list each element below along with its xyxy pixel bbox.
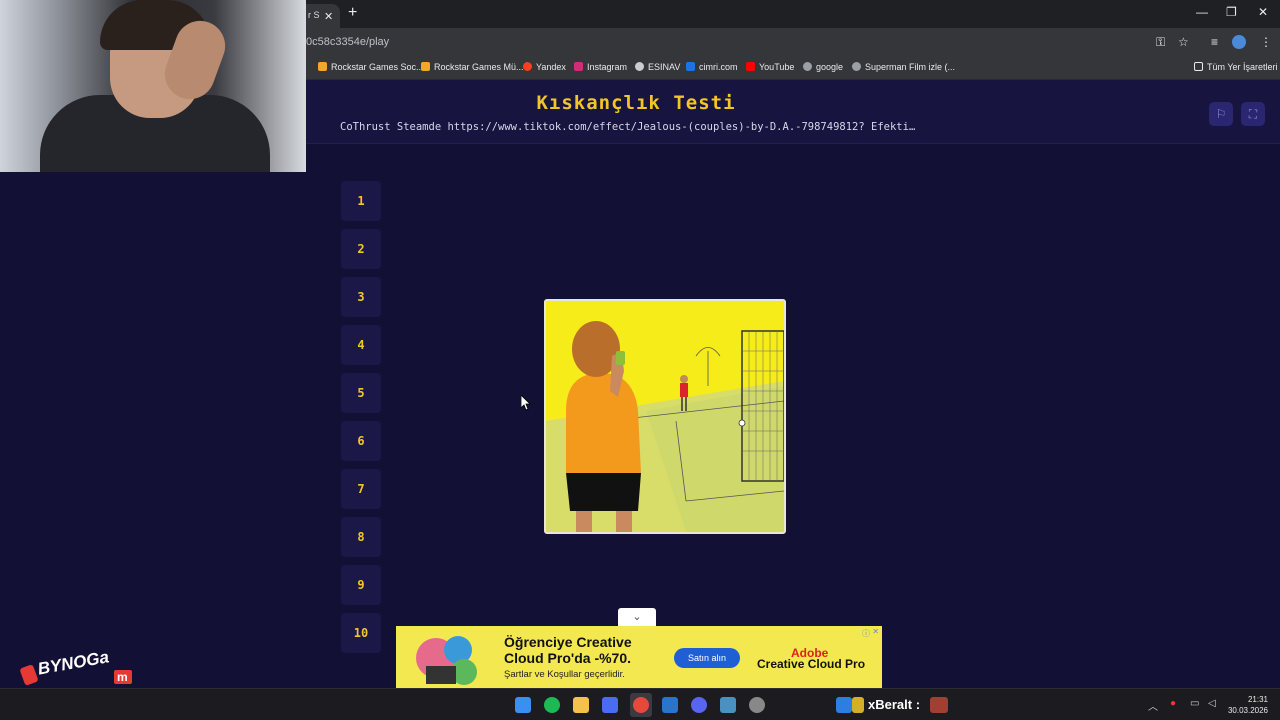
number-item-7[interactable]: 7	[341, 469, 381, 509]
key-icon[interactable]: ⚿	[1156, 35, 1165, 50]
cimri-icon	[686, 62, 695, 71]
number-item-10[interactable]: 10	[341, 613, 381, 653]
number-item-4[interactable]: 4	[341, 325, 381, 365]
app-icon[interactable]	[836, 697, 852, 713]
watermark-logo: BYNOGa m	[20, 647, 132, 686]
quiz-image[interactable]	[544, 299, 786, 534]
svg-text:BYNOGa: BYNOGa	[36, 647, 110, 678]
ad-banner[interactable]: Öğrenciye Creative Cloud Pro'da -%70. Şa…	[396, 626, 882, 688]
settings-icon[interactable]	[720, 697, 736, 713]
restore-icon[interactable]: ❐	[1226, 5, 1237, 19]
folder-icon	[1194, 62, 1203, 71]
url-text[interactable]: 0c58c3354e/play	[306, 36, 389, 48]
minimize-icon[interactable]: —	[1196, 5, 1208, 19]
number-item-1[interactable]: 1	[341, 181, 381, 221]
webcam-overlay	[0, 0, 306, 172]
bookmark-item[interactable]: Yandex	[523, 62, 566, 72]
clock-time: 21:31	[1247, 695, 1268, 704]
clock-date: 30.03.2026	[1227, 706, 1268, 715]
browser-tab[interactable]: r S ✕	[306, 4, 340, 28]
new-tab-icon[interactable]: +	[348, 4, 357, 22]
folder-icon[interactable]	[573, 697, 589, 713]
bookmark-item[interactable]: YouTube	[746, 62, 794, 72]
youtube-icon	[746, 62, 755, 71]
number-item-9[interactable]: 9	[341, 565, 381, 605]
svg-text:m: m	[117, 670, 128, 684]
address-bar: 0c58c3354e/play ⚿ ☆ ≡ ⋮	[306, 28, 1280, 56]
chrome-icon[interactable]	[633, 697, 649, 713]
game-icon[interactable]	[930, 697, 948, 713]
number-item-3[interactable]: 3	[341, 277, 381, 317]
yandex-icon	[523, 62, 532, 71]
instagram-icon	[574, 62, 583, 71]
bookmark-item[interactable]: ESINAV	[635, 62, 680, 72]
number-item-6[interactable]: 6	[341, 421, 381, 461]
ad-headline: Öğrenciye Creative Cloud Pro'da -%70.	[504, 634, 632, 666]
globe-icon	[803, 62, 812, 71]
bookmark-item[interactable]: Instagram	[574, 62, 627, 72]
ad-brand-product: Creative Cloud Pro	[757, 657, 866, 671]
rockstar-icon	[421, 62, 430, 71]
number-item-2[interactable]: 2	[341, 229, 381, 269]
bookmark-item[interactable]: cimri.com	[686, 62, 738, 72]
all-bookmarks[interactable]: Tüm Yer İşaretleri	[1194, 62, 1278, 72]
football-illustration	[546, 301, 784, 532]
start-icon[interactable]	[515, 697, 531, 713]
bookmark-item[interactable]: Rockstar Games Soc...	[318, 62, 424, 72]
close-tab-icon[interactable]: ✕	[324, 10, 333, 23]
fullscreen-icon[interactable]: ⛶	[1241, 102, 1265, 126]
ad-terms: Şartlar ve Koşullar geçerlidir.	[504, 669, 625, 680]
store-icon[interactable]	[602, 697, 618, 713]
bookmark-item[interactable]: google	[803, 62, 843, 72]
page-title: Kıskançlık Testi	[536, 92, 736, 114]
media-icon[interactable]: ≡	[1211, 35, 1218, 49]
browser-tab-strip: r S ✕ + — ❐ ✕	[306, 0, 1280, 28]
discord-icon[interactable]	[691, 697, 707, 713]
star-icon[interactable]: ☆	[1178, 35, 1189, 49]
system-clock[interactable]: 21:31 30.03.2026	[1228, 694, 1268, 716]
flag-icon[interactable]: ⚐	[1209, 102, 1233, 126]
film-icon	[852, 62, 861, 71]
number-item-5[interactable]: 5	[341, 373, 381, 413]
quiz-header: Kıskançlık Testi CoThrust Steamde https:…	[306, 80, 1280, 144]
bookmarks-bar: Rockstar Games Soc... Rockstar Games Mü.…	[306, 56, 1280, 80]
taskbar: xBeralt : ︿ ● ▭ ◁ 21:31 30.03.2026	[0, 688, 1280, 720]
spotify-icon[interactable]	[544, 697, 560, 713]
bookmark-item[interactable]: Superman Film izle (...	[852, 62, 955, 72]
network-icon[interactable]: ▭	[1190, 698, 1199, 709]
page-description: CoThrust Steamde https://www.tiktok.com/…	[340, 121, 916, 133]
globe-icon	[635, 62, 644, 71]
bookmark-item[interactable]: Rockstar Games Mü...	[421, 62, 524, 72]
buy-button[interactable]: Satın alın	[674, 648, 740, 668]
profile-avatar-icon[interactable]	[1232, 35, 1246, 49]
collapse-ad-button[interactable]: ⌄	[618, 608, 656, 626]
steam-icon[interactable]	[662, 697, 678, 713]
menu-icon[interactable]: ⋮	[1260, 35, 1272, 49]
close-window-icon[interactable]: ✕	[1258, 5, 1268, 19]
number-item-8[interactable]: 8	[341, 517, 381, 557]
tab-label: r S	[308, 10, 320, 20]
microphone-icon[interactable]: ●	[1170, 698, 1176, 709]
rockstar-icon	[318, 62, 327, 71]
ad-info-icon[interactable]: ⓘ	[862, 628, 870, 639]
league-icon[interactable]	[852, 697, 864, 713]
mouse-cursor-icon	[521, 395, 531, 411]
ad-close-icon[interactable]: ✕	[872, 627, 879, 636]
obs-icon[interactable]	[749, 697, 765, 713]
stream-tag: xBeralt :	[868, 697, 921, 712]
ad-illustration	[406, 628, 490, 688]
volume-icon[interactable]: ◁	[1208, 698, 1216, 709]
tray-chevron-icon[interactable]: ︿	[1148, 698, 1158, 713]
